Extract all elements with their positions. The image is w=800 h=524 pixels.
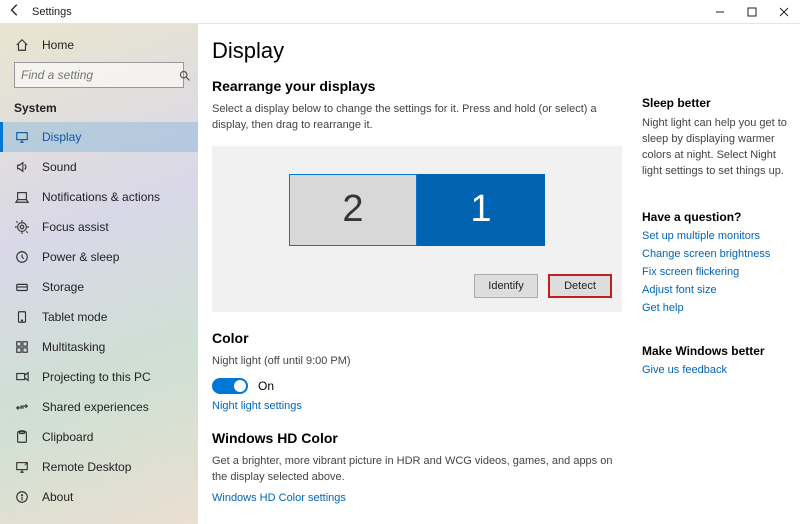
back-icon[interactable]	[8, 3, 22, 20]
sidebar-item-storage[interactable]: Storage	[0, 272, 198, 302]
sidebar-item-about[interactable]: About	[0, 482, 198, 512]
sidebar-icon	[14, 339, 30, 355]
sidebar-item-remote-desktop[interactable]: Remote Desktop	[0, 452, 198, 482]
sidebar-icon	[14, 279, 30, 295]
titlebar: Settings	[0, 0, 800, 24]
arrange-canvas: 2 1 Identify Detect	[212, 146, 622, 312]
make-better-heading: Make Windows better	[642, 344, 790, 358]
help-link[interactable]: Fix screen flickering	[642, 266, 790, 278]
sidebar-item-label: Focus assist	[42, 220, 109, 234]
sidebar-item-label: Clipboard	[42, 430, 93, 444]
sidebar-item-label: Remote Desktop	[42, 460, 131, 474]
sidebar-item-focus-assist[interactable]: Focus assist	[0, 212, 198, 242]
sidebar-icon	[14, 459, 30, 475]
maximize-button[interactable]	[736, 0, 768, 24]
sidebar-item-tablet-mode[interactable]: Tablet mode	[0, 302, 198, 332]
sidebar-icon	[14, 309, 30, 325]
window-controls	[704, 0, 800, 24]
display-1[interactable]: 1	[417, 174, 545, 246]
night-light-status: Night light (off until 9:00 PM)	[212, 354, 622, 370]
night-light-toggle-label: On	[258, 379, 274, 393]
home-icon	[14, 37, 30, 53]
sidebar-item-projecting-to-this-pc[interactable]: Projecting to this PC	[0, 362, 198, 392]
page-title: Display	[212, 38, 622, 64]
help-link[interactable]: Adjust font size	[642, 284, 790, 296]
color-heading: Color	[212, 330, 622, 346]
rearrange-desc: Select a display below to change the set…	[212, 102, 622, 134]
sleep-better-heading: Sleep better	[642, 96, 790, 110]
sidebar-item-power-sleep[interactable]: Power & sleep	[0, 242, 198, 272]
sidebar-item-multitasking[interactable]: Multitasking	[0, 332, 198, 362]
sidebar-home-label: Home	[42, 38, 74, 52]
sidebar-icon	[14, 429, 30, 445]
night-light-settings-link[interactable]: Night light settings	[212, 400, 622, 412]
give-feedback-link[interactable]: Give us feedback	[642, 364, 790, 376]
sidebar-icon	[14, 399, 30, 415]
content: Display Rearrange your displays Select a…	[212, 38, 642, 524]
sidebar-item-sound[interactable]: Sound	[0, 152, 198, 182]
search-input[interactable]	[21, 68, 178, 82]
sidebar-icon	[14, 489, 30, 505]
sidebar-item-label: Tablet mode	[42, 310, 107, 324]
sidebar-item-label: Shared experiences	[42, 400, 149, 414]
hd-settings-link[interactable]: Windows HD Color settings	[212, 492, 622, 504]
detect-button[interactable]: Detect	[548, 274, 612, 298]
sidebar-item-label: Sound	[42, 160, 77, 174]
sidebar-icon	[14, 219, 30, 235]
close-button[interactable]	[768, 0, 800, 24]
sidebar: Home System Display Sound Notifications & …	[0, 24, 198, 524]
sidebar-item-label: Power & sleep	[42, 250, 119, 264]
sidebar-item-shared-experiences[interactable]: Shared experiences	[0, 392, 198, 422]
help-link[interactable]: Change screen brightness	[642, 248, 790, 260]
sidebar-section-label: System	[0, 94, 198, 122]
sidebar-item-display[interactable]: Display	[0, 122, 198, 152]
aside: Sleep better Night light can help you ge…	[642, 38, 790, 524]
sidebar-item-label: Notifications & actions	[42, 190, 160, 204]
search-box[interactable]	[14, 62, 184, 88]
minimize-button[interactable]	[704, 0, 736, 24]
have-question-heading: Have a question?	[642, 210, 790, 224]
sidebar-icon	[14, 369, 30, 385]
sidebar-item-label: Display	[42, 130, 81, 144]
identify-button[interactable]: Identify	[474, 274, 538, 298]
sidebar-item-notifications-actions[interactable]: Notifications & actions	[0, 182, 198, 212]
sidebar-item-label: Projecting to this PC	[42, 370, 151, 384]
display-2[interactable]: 2	[289, 174, 417, 246]
rearrange-heading: Rearrange your displays	[212, 78, 622, 94]
sidebar-icon	[14, 249, 30, 265]
hd-desc: Get a brighter, more vibrant picture in …	[212, 454, 622, 486]
sidebar-icon	[14, 129, 30, 145]
sidebar-icon	[14, 159, 30, 175]
sleep-better-desc: Night light can help you get to sleep by…	[642, 116, 790, 180]
sidebar-home[interactable]: Home	[0, 30, 198, 60]
help-link[interactable]: Get help	[642, 302, 790, 314]
sidebar-item-label: Multitasking	[42, 340, 105, 354]
sidebar-icon	[14, 189, 30, 205]
night-light-toggle[interactable]	[212, 378, 248, 394]
sidebar-item-clipboard[interactable]: Clipboard	[0, 422, 198, 452]
app-title: Settings	[32, 6, 72, 18]
sidebar-item-label: Storage	[42, 280, 84, 294]
help-link[interactable]: Set up multiple monitors	[642, 230, 790, 242]
sidebar-item-label: About	[42, 490, 73, 504]
search-icon	[178, 69, 191, 82]
hd-heading: Windows HD Color	[212, 430, 622, 446]
